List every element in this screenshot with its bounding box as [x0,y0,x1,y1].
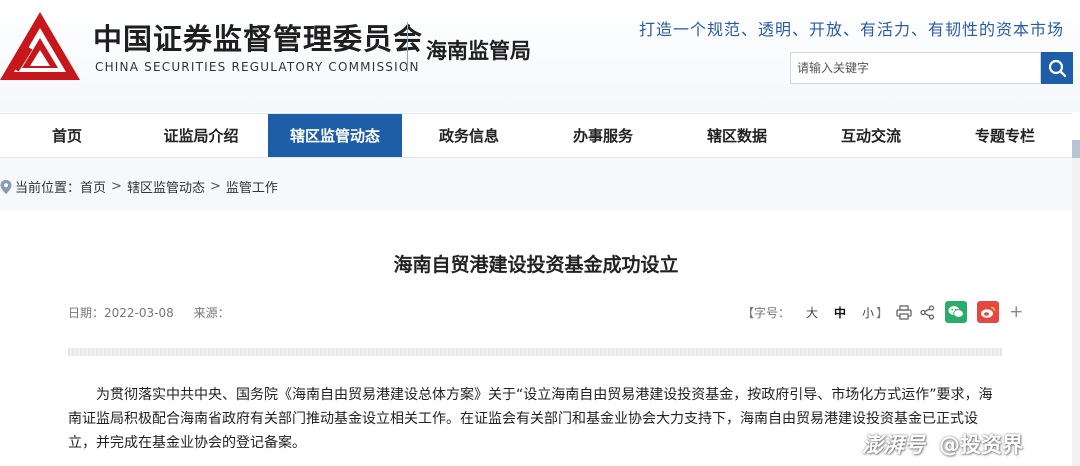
watermark-handle: @投资界 [939,433,1023,457]
page: 中国证券监督管理委员会 CHINA SECURITIES REGULATORY … [0,0,1080,466]
date-label: 日期： [68,306,105,320]
nav-item-services[interactable]: 办事服务 [536,114,670,157]
watermark-brand: 澎湃号 [862,433,925,457]
breadcrumb-regulatory-news[interactable]: 辖区监管动态 [127,177,205,196]
watermark: 澎湃号 @投资界 [862,429,1023,459]
print-icon[interactable] [896,304,912,320]
scrollbar[interactable] [1072,140,1080,466]
font-size-large-button[interactable]: 大 [806,304,818,321]
site-header: 中国证券监督管理委员会 CHINA SECURITIES REGULATORY … [0,0,1080,112]
scrollbar-thumb[interactable] [1072,140,1080,158]
nav-item-government-info[interactable]: 政务信息 [402,114,536,157]
article-title: 海南自贸港建设投资基金成功设立 [393,254,679,276]
search-icon [1048,59,1067,78]
search-button[interactable] [1041,52,1073,84]
search-box [790,52,1073,84]
weibo-icon[interactable] [977,301,1000,323]
plus-icon[interactable]: + [1009,302,1023,322]
article-meta: 日期：2022-03-08 来源： [68,304,246,321]
font-size-label: 【字号： [742,305,791,320]
date-value: 2022-03-08 [104,306,174,320]
breadcrumb-separator: > [111,179,122,194]
search-input[interactable] [790,52,1041,84]
date-field: 日期：2022-03-08 [68,306,174,320]
slogan: 打造一个规范、透明、开放、有活力、有韧性的资本市场 [638,20,1064,39]
main-nav: 首页 证监局介绍 辖区监管动态 政务信息 办事服务 辖区数据 互动交流 专题专栏 [0,113,1072,158]
share-icon[interactable] [920,304,935,320]
nav-item-interaction[interactable]: 互动交流 [804,114,938,157]
nav-item-about[interactable]: 证监局介绍 [134,114,268,157]
nav-item-home[interactable]: 首页 [0,114,134,157]
site-title-cn[interactable]: 中国证券监督管理委员会 [93,16,423,58]
breadcrumb-prefix: 当前位置： [15,181,81,196]
breadcrumb-supervision[interactable]: 监管工作 [226,177,278,196]
font-size-small-button[interactable]: 小 [862,304,874,321]
header-divider [407,22,408,72]
nav-item-data[interactable]: 辖区数据 [670,114,804,157]
breadcrumb-home[interactable]: 首页 [80,177,106,196]
breadcrumb-separator: > [209,179,221,194]
csrc-logo-icon[interactable] [0,10,82,82]
nav-item-regulatory-news[interactable]: 辖区监管动态 [268,114,402,157]
site-title-en: CHINA SECURITIES REGULATORY COMMISSION [95,60,420,74]
font-size-medium-button[interactable]: 中 [834,304,846,321]
article-tools: 【字号： 大 中 小 】 + [742,300,1023,324]
wechat-icon[interactable] [945,301,968,323]
nav-item-topics[interactable]: 专题专栏 [938,114,1072,157]
font-size-close: 】 [876,305,889,320]
article-divider [68,348,1002,356]
source-label: 来源： [193,306,230,320]
breadcrumb: 当前位置： 首页 > 辖区监管动态 > 监管工作 [0,177,278,196]
location-pin-icon [0,179,12,194]
bureau-name[interactable]: 海南监管局 [426,35,531,65]
